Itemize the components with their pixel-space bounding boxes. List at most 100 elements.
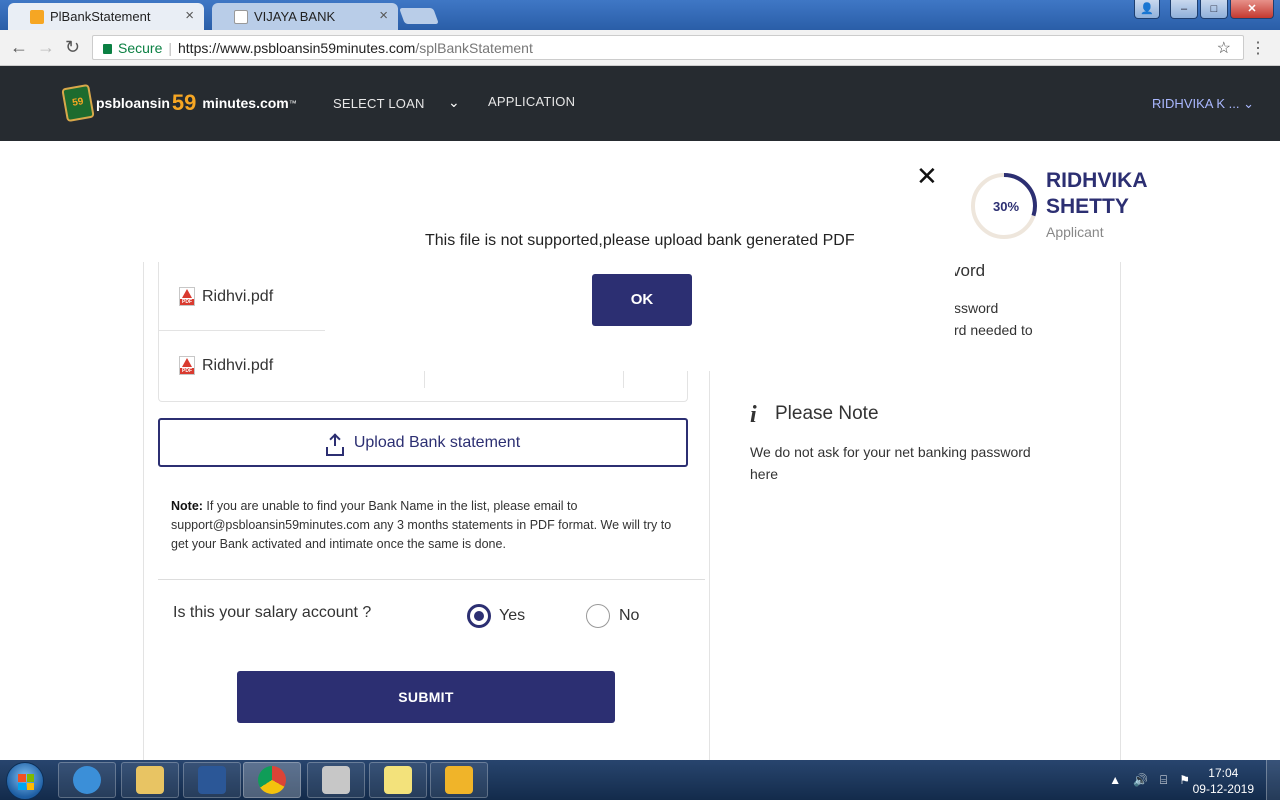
site-logo[interactable]: 59 psbloansin 59 minutes.com ™ — [61, 83, 297, 123]
internet-explorer-taskbar-button[interactable] — [58, 762, 116, 798]
outlook-taskbar-button[interactable] — [430, 762, 488, 798]
chrome-taskbar-button[interactable] — [243, 762, 301, 798]
page-favicon-icon — [234, 10, 248, 24]
printer-icon — [322, 766, 350, 794]
windows-taskbar: ▲ 🔊 ⌸ ⚑ 17:04 09-12-2019 — [0, 760, 1280, 800]
reload-icon[interactable]: ↻ — [65, 37, 80, 58]
error-modal — [325, 141, 955, 371]
tab-label: PlBankStatement — [50, 9, 151, 24]
row-divider — [159, 330, 327, 331]
salary-no-label[interactable]: No — [619, 607, 639, 625]
salary-yes-radio[interactable] — [467, 604, 491, 628]
tab-close-icon[interactable]: × — [185, 7, 194, 24]
file-name: Ridhvi.pdf — [202, 287, 274, 305]
file-name: Ridhvi.pdf — [202, 356, 274, 374]
site-header: 59 psbloansin 59 minutes.com ™ SELECT LO… — [0, 66, 1280, 141]
progress-percent: 30% — [993, 199, 1020, 214]
chevron-down-icon: ⌄ — [1243, 96, 1254, 111]
url-path: /splBankStatement — [415, 40, 533, 56]
minimize-button[interactable]: – — [1170, 0, 1198, 19]
outlook-icon — [445, 766, 473, 794]
submit-button[interactable]: SUBMIT — [237, 671, 615, 723]
browser-menu-icon[interactable]: ⋮ — [1250, 38, 1266, 58]
windows-logo-icon — [18, 774, 34, 790]
word-icon — [198, 766, 226, 794]
note-prefix: Note: — [171, 499, 203, 513]
back-arrow-icon[interactable]: ← — [10, 37, 28, 58]
info-icon: i — [750, 402, 757, 428]
tab-vijaya-bank[interactable]: VIJAYA BANK × — [212, 3, 398, 30]
clock-date: 09-12-2019 — [1192, 782, 1254, 796]
please-note-heading: Please Note — [775, 403, 879, 424]
maximize-button[interactable]: □ — [1200, 0, 1228, 19]
close-icon[interactable]: ✕ — [916, 163, 938, 189]
ok-button[interactable]: OK — [592, 274, 692, 326]
section-divider — [158, 579, 705, 580]
nav-select-loan[interactable]: SELECT LOAN — [333, 96, 425, 111]
password-info-line: ssword — [954, 300, 999, 316]
logo-suffix: minutes.com — [202, 95, 289, 111]
printer-taskbar-button[interactable] — [307, 762, 365, 798]
chevron-down-icon[interactable]: ⌄ — [448, 94, 460, 111]
system-tray: ▲ 🔊 ⌸ ⚑ — [1109, 773, 1190, 788]
user-menu-label: RIDHVIKA K ... — [1152, 96, 1240, 111]
url-host: https://www.psbloansin59minutes.com — [178, 40, 416, 56]
network-icon[interactable]: ⌸ — [1160, 773, 1167, 788]
close-window-button[interactable]: ✕ — [1230, 0, 1274, 19]
address-bar: ← → ↻ Secure | https://www.psbloansin59min… — [0, 30, 1280, 66]
file-explorer-taskbar-button[interactable] — [121, 762, 179, 798]
upload-icon — [325, 432, 344, 456]
logo-number: 59 — [171, 90, 197, 115]
applicant-name: RIDHVIKA SHETTY — [1046, 168, 1186, 220]
start-button[interactable] — [6, 762, 44, 800]
window-controls: 👤 – □ ✕ — [1134, 0, 1274, 19]
user-menu[interactable]: RIDHVIKA K ... ⌄ — [1152, 96, 1254, 112]
salary-no-radio[interactable] — [586, 604, 610, 628]
password-heading: vord — [952, 261, 986, 280]
folder-icon — [136, 766, 164, 794]
password-info-line: rd needed to — [954, 322, 1033, 338]
salary-account-question: Is this your salary account ? — [173, 604, 372, 621]
browser-tab-bar: PlBankStatement × VIJAYA BANK × 👤 – □ ✕ — [0, 0, 1280, 30]
url-separator: | — [168, 40, 172, 56]
show-desktop-button[interactable] — [1266, 760, 1280, 800]
bookmark-star-icon[interactable]: ☆ — [1217, 38, 1231, 58]
user-profile-icon[interactable]: 👤 — [1134, 0, 1160, 19]
chrome-icon — [258, 766, 286, 794]
url-input[interactable]: Secure | https://www.psbloansin59minutes.c… — [92, 35, 1244, 60]
sticky-notes-icon — [384, 766, 412, 794]
bank-not-listed-note: Note: If you are unable to find your Ban… — [171, 497, 681, 554]
modal-message: This file is not supported,please upload… — [425, 232, 855, 249]
forward-arrow-icon[interactable]: → — [37, 37, 55, 58]
upload-button-label: Upload Bank statement — [353, 433, 521, 451]
system-clock[interactable]: 17:04 09-12-2019 — [1193, 765, 1254, 797]
applicant-role: Applicant — [1046, 224, 1104, 240]
nav-application[interactable]: APPLICATION — [488, 94, 575, 109]
password-info-text: ssword rd needed to — [954, 297, 1033, 341]
show-hidden-icons-icon[interactable]: ▲ — [1109, 773, 1121, 788]
lock-icon — [103, 44, 112, 54]
list-item[interactable]: Ridhvi.pdf — [179, 356, 273, 375]
logo-badge-icon: 59 — [61, 83, 95, 123]
new-tab-button[interactable] — [399, 8, 439, 24]
action-center-icon[interactable]: ⚑ — [1179, 773, 1190, 788]
clock-time: 17:04 — [1208, 766, 1239, 780]
column-divider — [424, 370, 425, 388]
salary-yes-label[interactable]: Yes — [499, 607, 525, 625]
sticky-notes-taskbar-button[interactable] — [369, 762, 427, 798]
volume-icon[interactable]: 🔊 — [1133, 773, 1148, 788]
tab-close-icon[interactable]: × — [379, 7, 388, 24]
word-taskbar-button[interactable] — [183, 762, 241, 798]
list-item[interactable]: Ridhvi.pdf — [179, 287, 273, 306]
logo-trademark: ™ — [288, 98, 297, 108]
upload-bank-statement-button[interactable]: Upload Bank statement — [158, 418, 688, 467]
applicant-first-name: RIDHVIKA — [1046, 169, 1148, 192]
logo-prefix: psbloansin — [96, 95, 170, 111]
note-text: If you are unable to find your Bank Name… — [171, 499, 672, 551]
please-note-text: We do not ask for your net banking passw… — [750, 444, 1031, 482]
pdf-file-icon — [179, 287, 195, 306]
pdf-file-icon — [179, 356, 195, 375]
column-divider — [623, 370, 624, 388]
internet-explorer-icon — [73, 766, 101, 794]
tab-plbankstatement[interactable]: PlBankStatement × — [8, 3, 204, 30]
